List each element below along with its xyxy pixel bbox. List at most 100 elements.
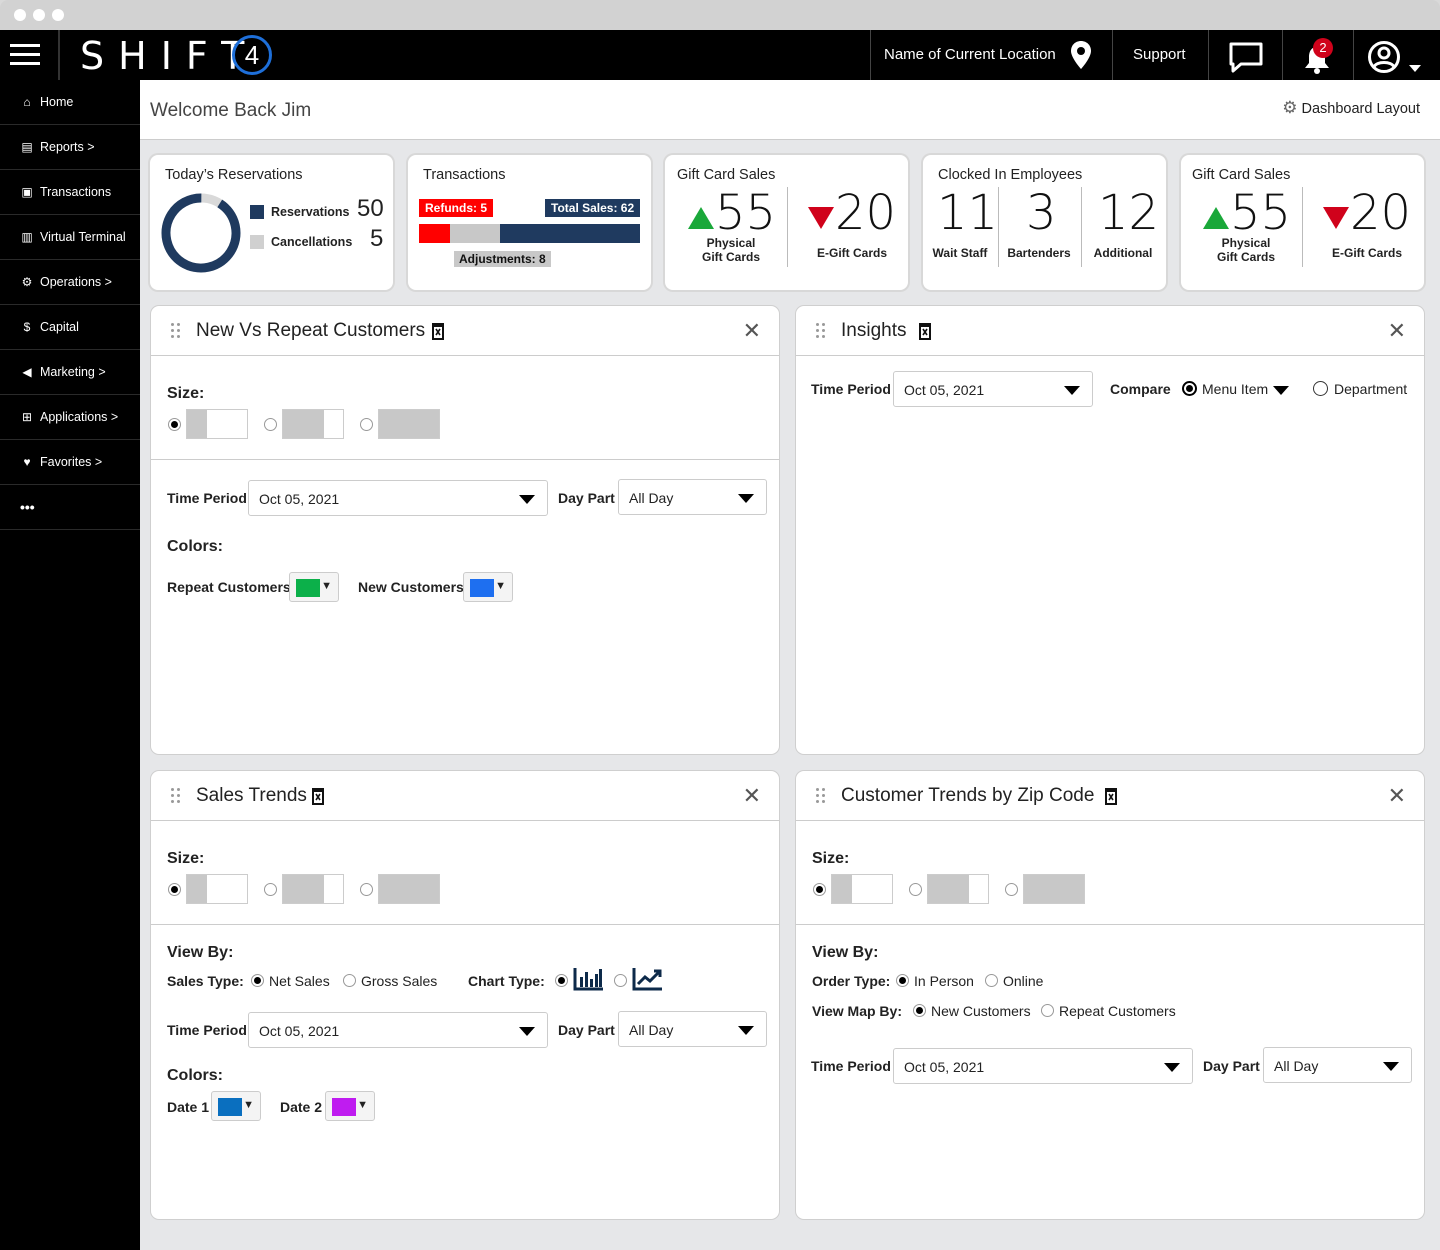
sidebar-item-favorites[interactable]: ♥ Favorites > [0, 440, 140, 485]
hamburger-menu-icon[interactable] [10, 44, 40, 66]
size-option-medium[interactable] [927, 874, 989, 904]
size-option-large[interactable] [378, 409, 440, 439]
close-icon[interactable]: ✕ [1388, 318, 1406, 344]
legend-reservations-swatch [250, 205, 264, 219]
kpi-gift-card-sales-card[interactable]: Gift Card Sales 55 Physical Gift Cards 2… [1181, 155, 1424, 290]
support-link[interactable]: Support [1133, 30, 1186, 80]
sidebar-item-transactions[interactable]: ▣ Transactions [0, 170, 140, 215]
page-title: Welcome Back Jim [150, 100, 312, 121]
dashboard-layout-button[interactable]: ⚙ Dashboard Layout [1282, 98, 1420, 118]
close-icon[interactable]: ✕ [743, 318, 761, 344]
bar-chart-icon[interactable] [573, 966, 605, 992]
time-period-select[interactable]: Oct 05, 2021 [893, 1048, 1193, 1084]
size-radio-medium[interactable] [264, 418, 277, 431]
size-radio-large[interactable] [360, 883, 373, 896]
top-nav-bar: SHIFT 4 Name of Current Location Support… [0, 30, 1440, 80]
compare-option-department[interactable]: Department [1334, 381, 1407, 397]
line-chart-icon[interactable] [632, 966, 664, 992]
chart-type-radio-line[interactable] [614, 974, 627, 987]
size-radio-large[interactable] [360, 418, 373, 431]
trash-icon[interactable] [311, 787, 325, 805]
close-icon[interactable]: ✕ [1388, 783, 1406, 809]
time-period-select[interactable]: Oct 05, 2021 [248, 1012, 548, 1048]
new-customers-color-picker[interactable]: ▼ [463, 572, 513, 602]
drag-handle-icon[interactable] [816, 788, 826, 804]
time-period-select[interactable]: Oct 05, 2021 [893, 371, 1093, 407]
compare-radio-department[interactable] [1313, 381, 1328, 396]
map-by-repeat-customers[interactable]: Repeat Customers [1059, 1003, 1176, 1019]
kpi-reservations-card[interactable]: Today’s Reservations Reservations 50 Can… [150, 155, 393, 290]
sidebar-item-virtual-terminal[interactable]: ▥ Virtual Terminal [0, 215, 140, 260]
sidebar-item-label: Transactions [40, 185, 112, 199]
compare-option-menu-item[interactable]: Menu Item [1202, 381, 1268, 397]
sidebar-item-home[interactable]: ⌂ Home [0, 80, 140, 125]
location-selector[interactable]: Name of Current Location [884, 30, 1056, 80]
trash-icon[interactable] [918, 322, 932, 340]
user-menu-caret-icon[interactable] [1409, 65, 1421, 72]
size-option-large[interactable] [378, 874, 440, 904]
sales-trends-panel: Sales Trends ✕ Size: View By: Sales Type… [151, 771, 779, 1219]
day-part-select[interactable]: All Day [618, 479, 767, 515]
size-radio-medium[interactable] [264, 883, 277, 896]
sidebar-item-applications[interactable]: ⊞ Applications > [0, 395, 140, 440]
chat-icon[interactable] [1229, 42, 1263, 74]
day-part-select[interactable]: All Day [1263, 1047, 1412, 1083]
size-option-small[interactable] [831, 874, 893, 904]
adjustments-tag: Adjustments: 8 [454, 251, 551, 267]
kpi-clocked-in-employees-card[interactable]: Clocked In Employees 11 Wait Staff 3 Bar… [923, 155, 1166, 290]
chevron-down-icon[interactable] [1273, 386, 1289, 395]
window-maximize-dot[interactable] [52, 9, 64, 21]
size-radio-large[interactable] [1005, 883, 1018, 896]
order-type-in-person[interactable]: In Person [914, 973, 974, 989]
trash-icon[interactable] [1104, 787, 1118, 805]
sales-type-net[interactable]: Net Sales [269, 973, 330, 989]
size-radio-small[interactable] [168, 418, 181, 431]
window-minimize-dot[interactable] [33, 9, 45, 21]
repeat-customers-color-picker[interactable]: ▼ [289, 572, 339, 602]
drag-handle-icon[interactable] [171, 788, 181, 804]
location-pin-icon[interactable] [1070, 40, 1092, 70]
kpi-title: Today’s Reservations [165, 167, 303, 183]
map-by-radio-repeat[interactable] [1041, 1004, 1054, 1017]
trash-icon[interactable] [431, 322, 445, 340]
sales-type-radio-gross[interactable] [343, 974, 356, 987]
size-option-small[interactable] [186, 409, 248, 439]
date2-color-picker[interactable]: ▼ [325, 1091, 375, 1121]
sidebar-item-marketing[interactable]: ◀ Marketing > [0, 350, 140, 395]
order-type-radio-online[interactable] [985, 974, 998, 987]
window-close-dot[interactable] [14, 9, 26, 21]
sales-type-radio-net[interactable] [251, 974, 264, 987]
size-radio-medium[interactable] [909, 883, 922, 896]
chart-type-radio-bar[interactable] [555, 974, 568, 987]
compare-radio-menu-item[interactable] [1182, 381, 1197, 396]
kpi-transactions-card[interactable]: Transactions Refunds: 5 Total Sales: 62 … [408, 155, 651, 290]
user-avatar-icon[interactable] [1367, 40, 1401, 74]
size-option-medium[interactable] [282, 874, 344, 904]
size-radio-small[interactable] [168, 883, 181, 896]
size-option-medium[interactable] [282, 409, 344, 439]
day-part-select[interactable]: All Day [618, 1011, 767, 1047]
map-by-new-customers[interactable]: New Customers [931, 1003, 1031, 1019]
sales-type-gross[interactable]: Gross Sales [361, 973, 437, 989]
map-by-radio-new[interactable] [913, 1004, 926, 1017]
size-option-large[interactable] [1023, 874, 1085, 904]
dashboard-layout-label: Dashboard Layout [1301, 101, 1421, 117]
drag-handle-icon[interactable] [171, 323, 181, 339]
close-icon[interactable]: ✕ [743, 783, 761, 809]
order-type-radio-in-person[interactable] [896, 974, 909, 987]
physical-gift-cards-label: Physical Gift Cards [701, 236, 760, 264]
sidebar-item-label: Reports > [40, 140, 95, 154]
kpi-gift-card-sales-card[interactable]: Gift Card Sales 55 Physical Gift Cards 2… [665, 155, 908, 290]
date1-color-picker[interactable]: ▼ [211, 1091, 261, 1121]
order-type-label: Order Type: [812, 973, 891, 989]
time-period-select[interactable]: Oct 05, 2021 [248, 480, 548, 516]
day-part-label: Day Part [558, 490, 615, 506]
drag-handle-icon[interactable] [816, 323, 826, 339]
sidebar-item-more[interactable]: ••• [0, 485, 140, 530]
size-option-small[interactable] [186, 874, 248, 904]
sidebar-item-operations[interactable]: ⚙ Operations > [0, 260, 140, 305]
sidebar-item-reports[interactable]: ▤ Reports > [0, 125, 140, 170]
size-radio-small[interactable] [813, 883, 826, 896]
order-type-online[interactable]: Online [1003, 973, 1043, 989]
sidebar-item-capital[interactable]: $ Capital [0, 305, 140, 350]
